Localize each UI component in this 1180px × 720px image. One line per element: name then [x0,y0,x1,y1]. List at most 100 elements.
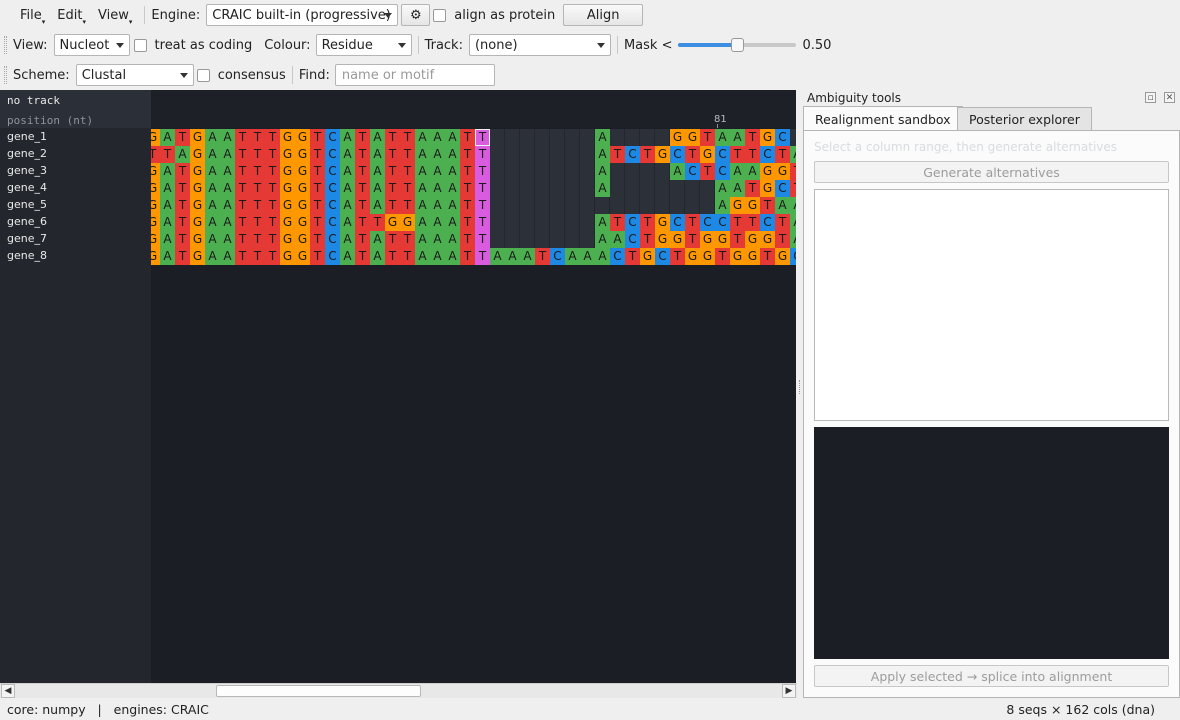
residue-cell[interactable]: G [730,197,745,214]
residue-cell[interactable]: G [295,248,310,265]
gap-cell[interactable] [655,163,670,180]
residue-cell[interactable]: A [490,248,505,265]
residue-cell[interactable]: T [685,231,700,248]
residue-cell[interactable]: T [355,248,370,265]
residue-cell[interactable]: A [565,248,580,265]
residue-cell[interactable]: T [775,214,790,231]
gap-cell[interactable] [565,180,580,197]
residue-cell[interactable]: T [730,214,745,231]
residue-cell[interactable]: T [385,146,400,163]
residue-cell[interactable]: G [685,129,700,146]
residue-cell[interactable]: A [175,146,190,163]
residue-cell[interactable]: G [685,248,700,265]
residue-cell[interactable]: T [235,163,250,180]
residue-cell[interactable]: T [370,214,385,231]
residue-cell[interactable]: T [265,146,280,163]
residue-cell[interactable]: G [655,231,670,248]
residue-cell[interactable]: G [655,214,670,231]
residue-cell[interactable]: C [625,146,640,163]
residue-cell[interactable]: T [715,248,730,265]
residue-cell[interactable]: A [580,248,595,265]
residue-cell[interactable]: A [205,180,220,197]
scroll-right-icon[interactable]: ▶ [782,684,796,698]
residue-cell[interactable]: G [280,129,295,146]
residue-cell[interactable]: T [355,231,370,248]
residue-cell[interactable]: A [730,163,745,180]
residue-cell[interactable]: T [265,197,280,214]
residue-cell[interactable]: A [430,163,445,180]
residue-cell[interactable]: G [295,163,310,180]
residue-cell[interactable]: A [220,146,235,163]
residue-cell[interactable]: G [700,248,715,265]
menu-file[interactable]: File▾ [20,8,45,26]
residue-cell[interactable]: A [595,248,610,265]
residue-cell[interactable]: A [340,129,355,146]
residue-cell[interactable]: A [445,231,460,248]
residue-cell[interactable]: C [610,248,625,265]
gap-cell[interactable] [580,146,595,163]
residue-cell[interactable]: C [625,214,640,231]
residue-cell[interactable]: G [730,248,745,265]
gap-cell[interactable] [535,214,550,231]
residue-cell[interactable]: T [475,214,490,231]
residue-cell[interactable]: A [730,180,745,197]
residue-cell[interactable]: A [430,231,445,248]
gap-cell[interactable] [565,231,580,248]
residue-cell[interactable]: A [340,231,355,248]
gap-cell[interactable] [625,180,640,197]
residue-cell[interactable]: T [235,180,250,197]
residue-cell[interactable]: T [385,180,400,197]
residue-cell[interactable]: C [760,146,775,163]
gap-cell[interactable] [550,197,565,214]
residue-cell[interactable]: G [385,214,400,231]
float-icon[interactable]: ▫ [1145,92,1156,103]
residue-cell[interactable]: T [250,180,265,197]
residue-cell[interactable]: T [250,214,265,231]
residue-cell[interactable]: T [400,231,415,248]
consensus-checkbox[interactable] [196,68,210,82]
gap-cell[interactable] [565,129,580,146]
gap-cell[interactable] [490,180,505,197]
engine-select[interactable]: CRAIC built-in (progressive) [206,4,399,26]
residue-cell[interactable]: A [160,197,175,214]
residue-cell[interactable]: A [715,129,730,146]
residue-cell[interactable]: T [175,180,190,197]
residue-cell[interactable]: G [295,180,310,197]
gap-cell[interactable] [550,214,565,231]
residue-cell[interactable]: A [415,146,430,163]
residue-cell[interactable]: T [475,163,490,180]
residue-cell[interactable]: T [265,214,280,231]
residue-cell[interactable]: A [670,163,685,180]
gap-cell[interactable] [685,197,700,214]
residue-cell[interactable]: A [505,248,520,265]
residue-cell[interactable]: A [220,129,235,146]
gap-cell[interactable] [535,180,550,197]
gap-cell[interactable] [535,163,550,180]
residue-cell[interactable]: A [430,129,445,146]
gap-cell[interactable] [520,146,535,163]
residue-cell[interactable]: A [415,214,430,231]
residue-cell[interactable]: C [325,163,340,180]
residue-cell[interactable]: T [640,146,655,163]
residue-cell[interactable]: A [790,146,796,163]
residue-cell[interactable]: T [400,146,415,163]
residue-cell[interactable]: T [385,163,400,180]
residue-cell[interactable]: A [445,197,460,214]
residue-cell[interactable]: A [340,146,355,163]
residue-cell[interactable]: C [325,197,340,214]
residue-cell[interactable]: T [745,129,760,146]
residue-cell[interactable]: G [190,129,205,146]
colour-select[interactable]: Residue [315,34,412,56]
gap-cell[interactable] [580,163,595,180]
residue-cell[interactable]: T [460,146,475,163]
menu-view[interactable]: View▾ [98,8,132,26]
residue-cell[interactable]: A [370,180,385,197]
gap-cell[interactable] [700,180,715,197]
slider-handle[interactable] [731,38,745,52]
residue-cell[interactable]: T [235,197,250,214]
residue-cell[interactable]: A [370,231,385,248]
alternatives-list[interactable] [814,189,1169,421]
apply-splice-button[interactable]: Apply selected → splice into alignment [814,665,1169,687]
residue-cell[interactable]: T [310,214,325,231]
gap-cell[interactable] [655,129,670,146]
